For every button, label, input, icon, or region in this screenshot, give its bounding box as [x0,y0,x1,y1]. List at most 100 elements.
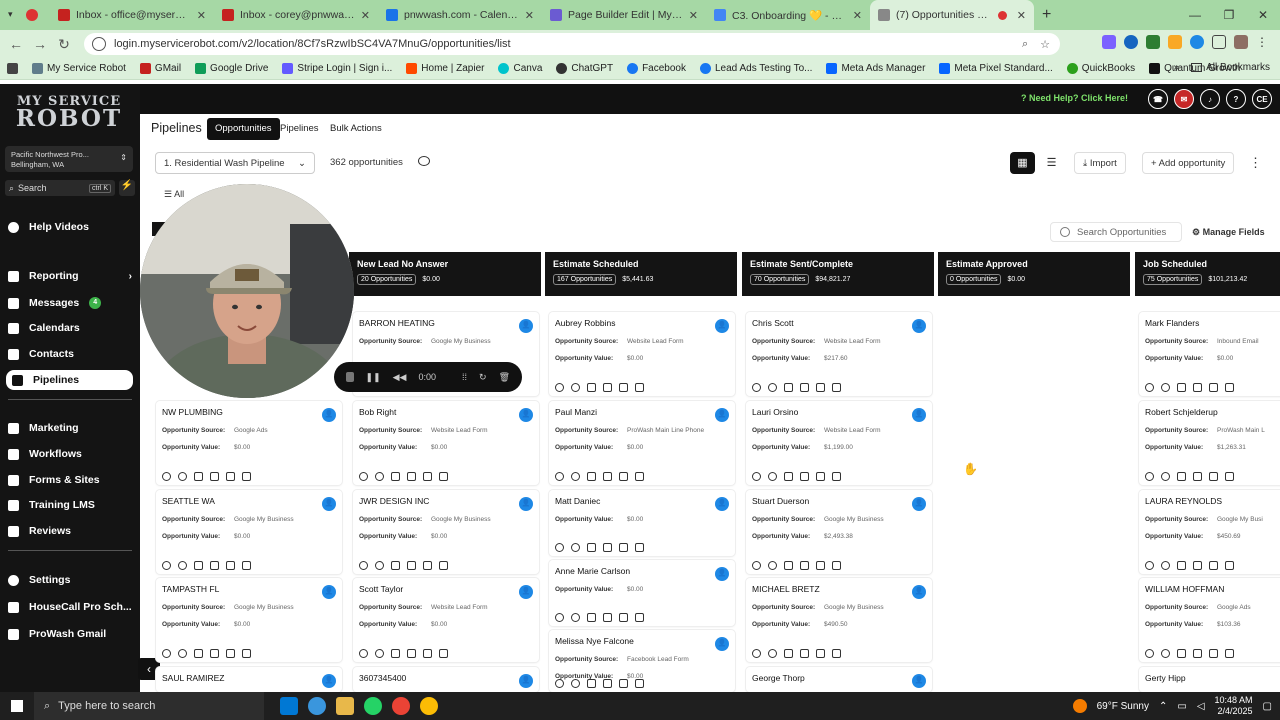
bookmark-item[interactable]: Canva [491,63,549,74]
bookmark-item[interactable]: Lead Ads Testing To... [693,63,819,74]
phone-icon[interactable] [162,649,171,658]
sidebar-item-forms-sites[interactable]: Forms & Sites [8,470,132,490]
filter-all[interactable]: ☰ All [164,189,184,200]
search-opportunities-input[interactable]: Search Opportunities [1050,222,1182,242]
extension-icon[interactable] [1124,35,1138,49]
phone-icon[interactable] [752,383,761,392]
checkbox-icon[interactable] [1209,561,1218,570]
clock[interactable]: 10:48 AM 2/4/2025 [1215,695,1253,717]
close-icon[interactable]: ✕ [853,9,862,22]
checkbox-icon[interactable] [816,383,825,392]
opportunity-card[interactable]: NW PLUMBING 👤 Opportunity Source: Google Ad… [156,401,342,485]
lightning-icon[interactable]: ⚡ [119,180,135,196]
chat-icon[interactable] [768,649,777,658]
bookmark-item[interactable]: GMail [133,63,188,74]
sidebar-item-reviews[interactable]: Reviews [8,521,132,541]
megaphone-icon[interactable]: ✉ [1174,89,1194,109]
phone-icon[interactable] [555,472,564,481]
menu-kebab-icon[interactable]: ⋮ [1256,35,1270,49]
chat-icon[interactable] [571,383,580,392]
opportunity-card[interactable]: Melissa Nye Falcone 👤 Opportunity Source: F… [549,630,735,692]
trash-icon[interactable]: 🗑 [499,372,510,383]
calendar-icon[interactable] [242,472,251,481]
tag-icon[interactable] [784,383,793,392]
phone-icon[interactable] [752,649,761,658]
phone-icon[interactable] [1145,383,1154,392]
bookmark-item[interactable]: Stripe Login | Sign i... [275,63,399,74]
bookmark-item[interactable]: Google Drive [188,63,275,74]
tag-icon[interactable] [194,649,203,658]
assign-user-icon[interactable]: 👤 [322,408,336,422]
taskbar-search[interactable]: ⌕ Type here to search [34,692,264,720]
checkbox-icon[interactable] [619,543,628,552]
opportunity-card[interactable]: Chris Scott 👤 Opportunity Source: Website L… [746,312,932,396]
pipeline-select[interactable]: 1. Residential Wash Pipeline ⌄ [155,152,315,174]
bookmark-item[interactable]: My Service Robot [25,63,133,74]
sidebar-item-contacts[interactable]: Contacts [8,344,132,364]
sidebar-item-workflows[interactable]: Workflows [8,444,132,464]
assign-user-icon[interactable]: 👤 [322,585,336,599]
close-icon[interactable]: ✕ [1017,9,1026,22]
close-icon[interactable]: ✕ [361,9,370,22]
opportunity-card[interactable]: Lauri Orsino 👤 Opportunity Source: Website … [746,401,932,485]
back-icon[interactable]: ← [4,36,28,52]
rewind-icon[interactable]: ◀◀ [393,372,407,383]
add-opportunity-button[interactable]: + Add opportunity [1142,152,1235,174]
forward-icon[interactable]: → [28,36,52,52]
calendar-icon[interactable] [1225,472,1234,481]
calendar-icon[interactable] [1225,561,1234,570]
checkbox-icon[interactable] [619,679,628,688]
tag-icon[interactable] [391,561,400,570]
checkbox-icon[interactable] [226,561,235,570]
help-link[interactable]: ? Need Help? Click Here! [1021,93,1128,103]
chat-icon[interactable] [768,472,777,481]
phone-icon[interactable] [555,679,564,688]
assign-user-icon[interactable]: 👤 [715,319,729,333]
chat-icon[interactable] [768,383,777,392]
calendar-icon[interactable] [242,649,251,658]
opportunity-card[interactable]: WILLIAM HOFFMAN👤Opportunity Source:Googl… [1139,578,1280,662]
opportunity-card[interactable]: SEATTLE WA 👤 Opportunity Source: Google My … [156,490,342,574]
tag-icon[interactable] [391,472,400,481]
assign-user-icon[interactable]: 👤 [519,497,533,511]
opportunity-card[interactable]: Stuart Duerson 👤 Opportunity Source: Google… [746,490,932,574]
notes-icon[interactable] [407,649,416,658]
notes-icon[interactable] [800,649,809,658]
browser-tab[interactable]: C3. Onboarding 💛 - Google D ✕ [706,0,870,30]
tag-icon[interactable] [784,649,793,658]
phone-icon[interactable] [555,383,564,392]
calendar-icon[interactable] [1225,649,1234,658]
phone-icon[interactable] [1145,472,1154,481]
chat-icon[interactable] [571,679,580,688]
extension-icon[interactable] [1190,35,1204,49]
calendar-icon[interactable] [242,561,251,570]
phone-icon[interactable] [359,649,368,658]
opportunity-card[interactable]: Gerty Hipp👤 [1139,667,1280,692]
tag-icon[interactable] [1177,649,1186,658]
restore-icon[interactable]: ❐ [1212,8,1246,22]
grid-view-button[interactable]: ▦ [1010,152,1035,174]
calendar-icon[interactable] [635,613,644,622]
close-window-icon[interactable]: ✕ [1246,8,1280,22]
sidebar-item-pipelines[interactable]: Pipelines [6,370,133,390]
tag-icon[interactable] [784,561,793,570]
opportunity-card[interactable]: Matt Daniec 👤 Opportunity Value: $0.00 [549,490,735,556]
phone-icon[interactable] [555,613,564,622]
chat-icon[interactable] [1161,561,1170,570]
assign-user-icon[interactable]: 👤 [715,567,729,581]
sidebar-item-prowash-gmail[interactable]: ProWash Gmail [8,624,132,644]
task-view-icon[interactable] [280,697,298,715]
apps-grid-icon[interactable] [0,63,25,74]
notes-icon[interactable] [1193,472,1202,481]
opportunity-card[interactable]: Mark Flanders👤Opportunity Source:Inbound… [1139,312,1280,396]
checkbox-icon[interactable] [226,649,235,658]
zoom-icon[interactable]: ⌕ [1022,38,1028,51]
bookmark-item[interactable]: Meta Ads Manager [819,63,932,74]
tag-icon[interactable] [194,472,203,481]
calendar-icon[interactable] [635,383,644,392]
phone-icon[interactable] [752,472,761,481]
tag-icon[interactable] [587,543,596,552]
pause-icon[interactable]: ❚❚ [366,372,381,383]
opportunity-card[interactable]: Robert Schjelderup👤Opportunity Source:Pr… [1139,401,1280,485]
notes-icon[interactable] [603,383,612,392]
